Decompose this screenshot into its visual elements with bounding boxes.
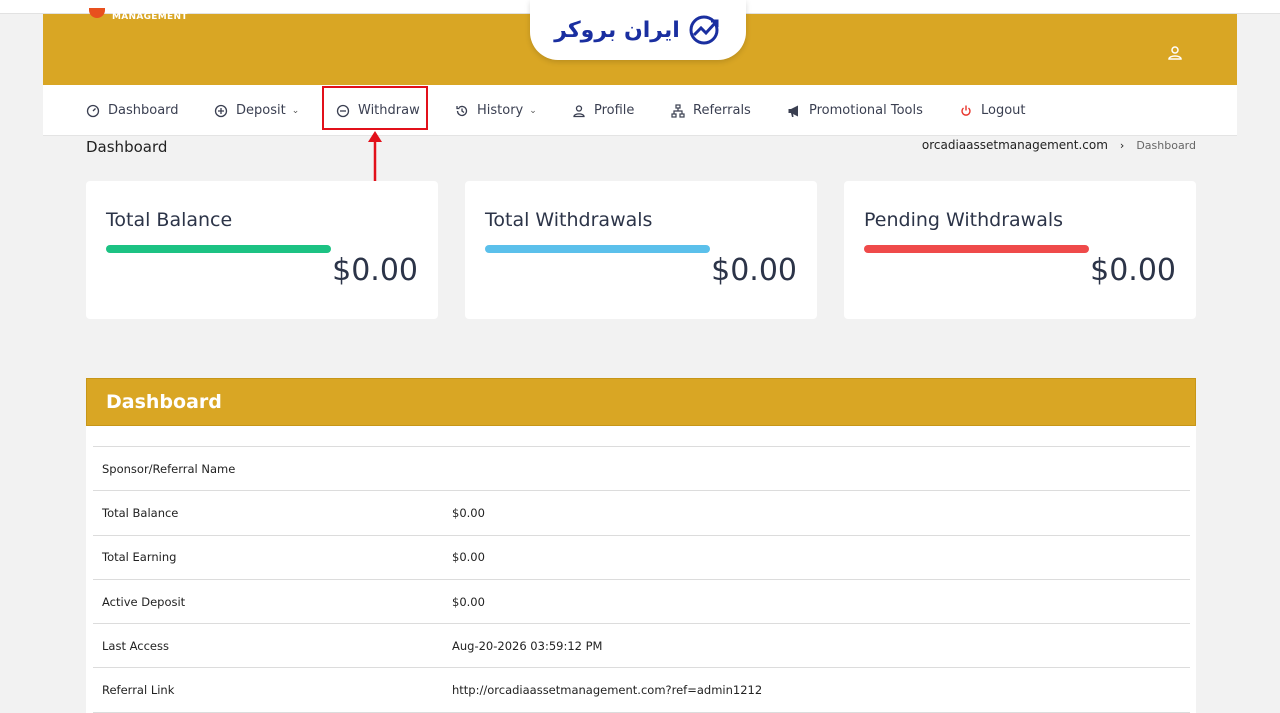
card-title: Pending Withdrawals [864,209,1064,231]
row-key: Referral Link [102,683,175,698]
chart-trend-icon [689,15,719,45]
card-progress-bar [864,245,1089,253]
nav-label: Profile [594,103,635,118]
row-value: $0.00 [452,594,485,609]
card-title: Total Balance [106,209,233,231]
user-account-icon[interactable] [1167,45,1183,61]
watermark-text: ایران بروکر [554,17,680,43]
breadcrumb-site[interactable]: orcadiaassetmanagement.com [922,138,1108,152]
nav-item-deposit[interactable]: Deposit ⌄ [214,85,299,136]
card-amount: $0.00 [332,253,418,288]
nav-item-history[interactable]: History ⌄ [455,85,537,136]
breadcrumb-current: Dashboard [1136,138,1196,152]
account-info-table: Sponsor/Referral Name Total Balance $0.0… [93,446,1190,713]
table-row: Total Earning $0.00 [93,536,1190,580]
speedometer-icon [86,104,100,117]
nav-item-referrals[interactable]: Referrals [671,85,751,136]
annotation-arrow-icon [368,131,382,187]
row-value: $0.00 [452,550,485,565]
chevron-down-icon: ⌄ [291,105,300,116]
page-title: Dashboard [86,138,168,156]
chevron-down-icon: ⌄ [529,105,537,116]
nav-label: Dashboard [108,103,179,118]
table-row: Active Deposit $0.00 [93,580,1190,625]
panel-title: Dashboard [86,378,1196,426]
main-navigation: Dashboard Deposit ⌄ Withdraw History ⌄ P… [43,85,1237,136]
row-key: Last Access [102,638,169,653]
referral-link[interactable]: http://orcadiaassetmanagement.com?ref=ad… [443,683,762,697]
card-progress-bar [485,245,710,253]
card-amount: $0.00 [1090,253,1176,288]
card-amount: $0.00 [711,253,797,288]
nav-item-promotional-tools[interactable]: Promotional Tools [787,85,923,136]
nav-label: Promotional Tools [809,103,923,118]
withdraw-highlight-box [322,86,428,130]
dashboard-panel: Dashboard Sponsor/Referral Name Total Ba… [86,378,1196,713]
pending-withdrawals-card: Pending Withdrawals $0.00 [844,181,1196,319]
nav-label: History [477,103,524,118]
megaphone-icon [788,105,798,117]
table-row: Total Balance $0.00 [93,491,1190,536]
row-value: Aug-20-2026 03:59:12 PM [452,638,603,653]
table-row: Referral Link http://orcadiaassetmanagem… [93,668,1190,713]
row-key: Active Deposit [102,594,186,609]
network-icon [671,103,685,118]
nav-label: Referrals [693,103,751,118]
nav-label: Deposit [236,103,286,118]
table-row: Last Access Aug-20-2026 03:59:12 PM [93,624,1190,669]
logo-text[interactable]: MANAGEMENT [112,12,188,22]
card-title: Total Withdrawals [485,209,653,231]
nav-item-logout[interactable]: Logout [959,85,1026,136]
history-icon [456,105,468,116]
total-balance-card: Total Balance $0.00 [86,181,438,319]
row-key: Total Earning [102,550,177,565]
card-progress-bar [106,245,331,253]
row-key: Total Balance [102,505,179,520]
nav-item-profile[interactable]: Profile [572,85,634,136]
plus-circle-icon [214,104,228,117]
power-icon [961,105,971,116]
table-row: Sponsor/Referral Name [93,447,1190,492]
row-value: $0.00 [452,505,485,520]
total-withdrawals-card: Total Withdrawals $0.00 [465,181,817,319]
nav-label: Logout [981,103,1026,118]
nav-item-dashboard[interactable]: Dashboard [86,85,179,136]
chevron-right-icon: › [1119,138,1125,152]
row-key: Sponsor/Referral Name [102,461,236,476]
user-icon [573,104,585,117]
watermark-badge: ایران بروکر [530,0,746,60]
logo-mark [89,8,105,18]
breadcrumb: orcadiaassetmanagement.com › Dashboard [922,138,1196,152]
